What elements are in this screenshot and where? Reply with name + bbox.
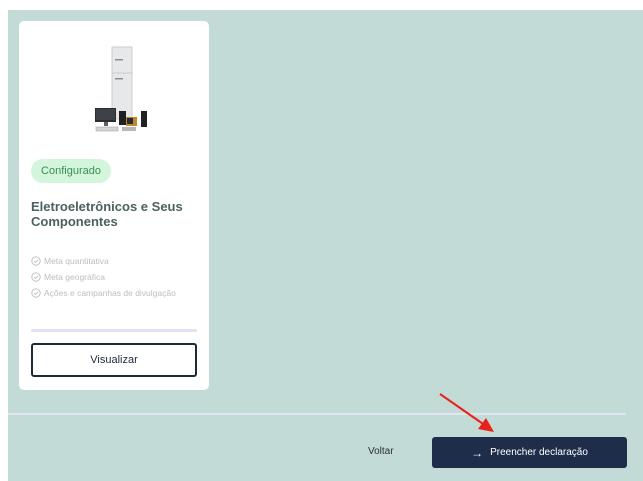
feature-item: Meta geográfica [31,269,209,285]
check-circle-icon [31,256,41,266]
fill-declaration-label: Preencher declaração [490,447,588,458]
content-panel: Configurado Eletroeletrônicos e Seus Com… [8,10,643,481]
back-link[interactable]: Voltar [368,446,394,457]
feature-item: Ações e campanhas de divulgação [31,285,209,301]
feature-label: Ações e campanhas de divulgação [44,288,176,298]
product-category-card: Configurado Eletroeletrônicos e Seus Com… [19,21,209,390]
status-badge: Configurado [31,159,111,183]
view-button[interactable]: Visualizar [31,343,197,377]
feature-label: Meta quantitativa [44,256,109,266]
progress-bar [31,329,197,332]
arrow-right-icon: → [471,445,484,460]
check-circle-icon [31,288,41,298]
feature-list: Meta quantitativa Meta geográfica Ações … [31,253,209,301]
divider [8,413,626,415]
feature-item: Meta quantitativa [31,253,209,269]
card-title: Eletroeletrônicos e Seus Componentes [31,199,183,229]
check-circle-icon [31,272,41,282]
fill-declaration-button[interactable]: → Preencher declaração [432,437,627,468]
electronics-illustration [95,46,147,132]
feature-label: Meta geográfica [44,272,105,282]
